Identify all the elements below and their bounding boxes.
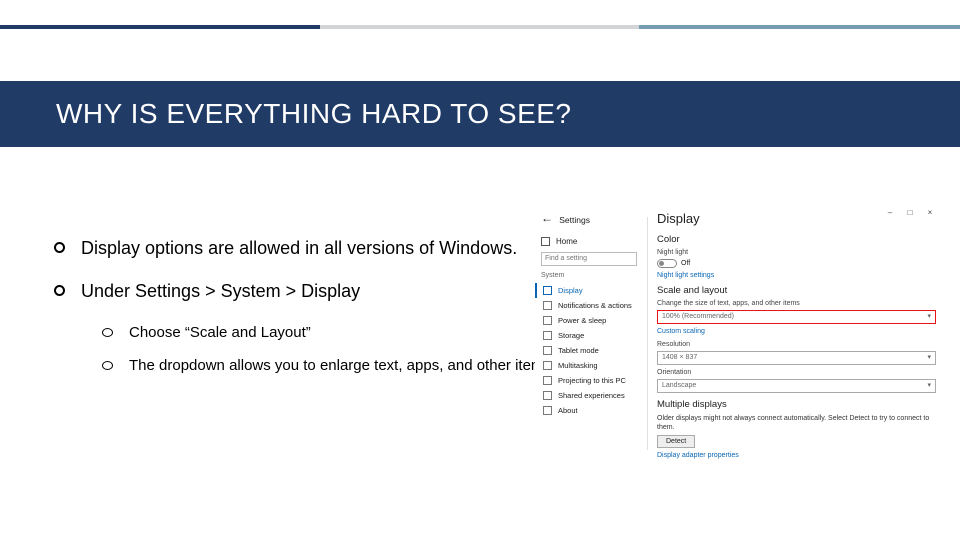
sidebar-item-notifications[interactable]: Notifications & actions	[541, 298, 637, 313]
nav-list: Display Notifications & actions Power & …	[541, 283, 637, 418]
nav-label: Multitasking	[558, 361, 598, 370]
bullet-ring-icon	[102, 361, 113, 370]
back-arrow-icon[interactable]: ←	[541, 211, 553, 225]
sidebar-item-shared[interactable]: Shared experiences	[541, 388, 637, 403]
orientation-label: Orientation	[657, 369, 936, 376]
home-link[interactable]: Home	[541, 237, 637, 246]
multitasking-icon	[543, 361, 552, 370]
resolution-dropdown[interactable]: 1408 × 837 ▾	[657, 351, 936, 365]
chevron-down-icon: ▾	[927, 311, 931, 323]
bullet-text: Choose “Scale and Layout”	[129, 324, 311, 341]
sidebar-item-projecting[interactable]: Projecting to this PC	[541, 373, 637, 388]
nightlight-settings-link[interactable]: Night light settings	[657, 272, 936, 279]
home-label: Home	[556, 237, 577, 246]
section-scale: Scale and layout	[657, 285, 936, 296]
home-icon	[541, 237, 550, 246]
storage-icon	[543, 331, 552, 340]
accent-segment-gray	[320, 25, 640, 29]
window-title: Settings	[559, 215, 590, 225]
sidebar-item-power[interactable]: Power & sleep	[541, 313, 637, 328]
custom-scaling-link[interactable]: Custom scaling	[657, 328, 936, 335]
accent-segment-teal	[639, 25, 960, 29]
nav-label: Projecting to this PC	[558, 376, 626, 385]
bullet-ring-icon	[102, 328, 113, 337]
category-label: System	[541, 272, 637, 279]
detect-button[interactable]: Detect	[657, 435, 695, 448]
chevron-down-icon: ▾	[927, 380, 931, 392]
slide-title: WHY IS EVERYTHING HARD TO SEE?	[56, 98, 572, 130]
sidebar-item-display[interactable]: Display	[541, 283, 637, 298]
settings-screenshot: – □ × ← Settings Home Find a setting Sys…	[535, 205, 940, 450]
scale-dropdown[interactable]: 100% (Recommended) ▾	[657, 310, 936, 324]
section-color: Color	[657, 234, 936, 245]
section-multiple: Multiple displays	[657, 399, 936, 410]
scale-value: 100% (Recommended)	[662, 311, 734, 323]
nightlight-label: Night light	[657, 249, 936, 256]
chevron-down-icon: ▾	[927, 352, 931, 364]
sidebar-item-tablet[interactable]: Tablet mode	[541, 343, 637, 358]
bullet-text: Display options are allowed in all versi…	[81, 238, 517, 259]
bullet-ring-icon	[54, 285, 65, 296]
search-input[interactable]: Find a setting	[541, 252, 637, 266]
nav-label: Storage	[558, 331, 584, 340]
notifications-icon	[543, 301, 552, 310]
page-title: Display	[657, 211, 936, 226]
nav-label: Display	[558, 286, 583, 295]
nav-label: Tablet mode	[558, 346, 599, 355]
shared-icon	[543, 391, 552, 400]
orientation-dropdown[interactable]: Landscape ▾	[657, 379, 936, 393]
bullet-text: The dropdown allows you to enlarge text,…	[129, 357, 555, 374]
accent-segment-navy	[0, 25, 320, 29]
sidebar-item-multitasking[interactable]: Multitasking	[541, 358, 637, 373]
settings-sidebar: ← Settings Home Find a setting System Di…	[535, 207, 643, 422]
bullet-ring-icon	[54, 242, 65, 253]
display-icon	[543, 286, 552, 295]
orientation-value: Landscape	[662, 380, 696, 392]
bullet-text: Under Settings > System > Display	[81, 281, 360, 302]
nav-label: About	[558, 406, 578, 415]
about-icon	[543, 406, 552, 415]
settings-main: Display Color Night light Off Night ligh…	[657, 207, 936, 465]
sidebar-item-storage[interactable]: Storage	[541, 328, 637, 343]
toggle-state: Off	[681, 260, 690, 267]
tablet-icon	[543, 346, 552, 355]
toggle-pill-icon	[657, 259, 677, 268]
nav-label: Power & sleep	[558, 316, 606, 325]
nightlight-toggle[interactable]: Off	[657, 259, 936, 268]
projecting-icon	[543, 376, 552, 385]
title-band: WHY IS EVERYTHING HARD TO SEE?	[0, 81, 960, 147]
resolution-value: 1408 × 837	[662, 352, 697, 364]
multiple-displays-text: Older displays might not always connect …	[657, 414, 936, 432]
nav-label: Shared experiences	[558, 391, 625, 400]
resolution-label: Resolution	[657, 341, 936, 348]
adapter-properties-link[interactable]: Display adapter properties	[657, 452, 936, 459]
scale-label: Change the size of text, apps, and other…	[657, 300, 936, 307]
sidebar-item-about[interactable]: About	[541, 403, 637, 418]
nav-label: Notifications & actions	[558, 301, 632, 310]
divider	[647, 217, 648, 450]
top-accent-bar	[0, 25, 960, 29]
power-icon	[543, 316, 552, 325]
